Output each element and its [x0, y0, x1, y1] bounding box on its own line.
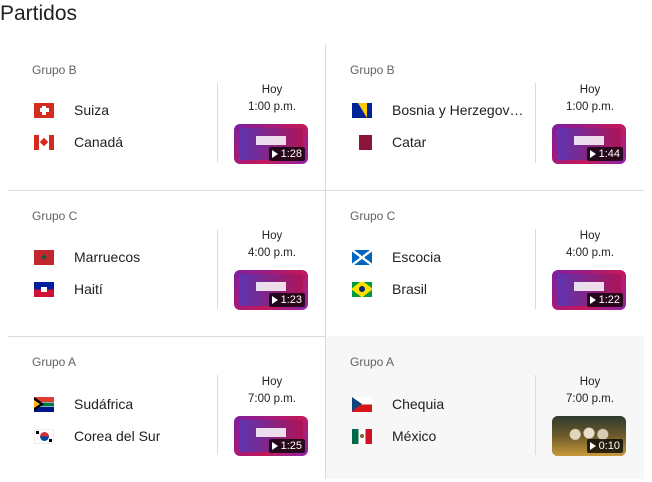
- video-thumbnail[interactable]: 1:28: [234, 124, 308, 164]
- match-card[interactable]: Grupo C Escocia Brasil Hoy 4:00 p.m. 1:2…: [326, 190, 644, 336]
- video-duration: 0:10: [598, 440, 620, 452]
- match-day: Hoy: [579, 230, 601, 242]
- video-duration: 1:44: [598, 148, 620, 160]
- video-duration-badge: 1:25: [268, 439, 305, 453]
- south-africa-flag: [34, 396, 54, 412]
- video-duration: 1:25: [280, 440, 302, 452]
- team-row: ★ Marruecos: [34, 247, 140, 267]
- team-row: Escocia: [352, 247, 441, 267]
- match-day: Hoy: [261, 230, 283, 242]
- play-icon: [589, 150, 596, 158]
- scotland-flag: [352, 249, 372, 265]
- morocco-flag: ★: [34, 249, 54, 265]
- canada-flag: [34, 134, 54, 150]
- czechia-flag: [352, 396, 372, 412]
- match-time: 4:00 p.m.: [566, 247, 614, 259]
- matches-grid: Grupo B Suiza Canadá Hoy 1:00 p.m. 1:28: [8, 44, 644, 479]
- play-icon: [271, 442, 278, 450]
- video-duration-badge: 1:28: [268, 147, 305, 161]
- match-time: 7:00 p.m.: [248, 393, 296, 405]
- team-row: Chequia: [352, 394, 444, 414]
- team-row: Bosnia y Herzegov…: [352, 100, 524, 120]
- bosnia-flag: [352, 102, 372, 118]
- video-duration-badge: 1:22: [586, 293, 623, 307]
- match-card[interactable]: Grupo A Chequia México Hoy 7:00 p.m. 0:1…: [326, 336, 644, 479]
- group-label: Grupo B: [32, 63, 77, 77]
- match-day: Hoy: [261, 376, 283, 388]
- match-card[interactable]: Grupo B Bosnia y Herzegov… Catar Hoy 1:0…: [326, 44, 644, 190]
- qatar-flag: [352, 134, 372, 150]
- group-label: Grupo B: [350, 63, 395, 77]
- team-row: Haití: [34, 279, 103, 299]
- match-card[interactable]: Grupo B Suiza Canadá Hoy 1:00 p.m. 1:28: [8, 44, 326, 190]
- team-name: Brasil: [392, 281, 428, 297]
- match-card[interactable]: Grupo A Sudáfrica Corea del Sur Hoy 7:00…: [8, 336, 326, 482]
- match-day: Hoy: [579, 84, 601, 96]
- team-name: Escocia: [392, 249, 442, 265]
- team-row: México: [352, 426, 436, 446]
- mexico-flag: [352, 428, 372, 444]
- video-thumbnail[interactable]: 1:44: [552, 124, 626, 164]
- group-label: Grupo C: [350, 209, 396, 223]
- team-name: Suiza: [74, 102, 110, 118]
- team-row: Corea del Sur: [34, 426, 160, 446]
- south-korea-flag: [34, 428, 54, 444]
- team-name: Sudáfrica: [74, 396, 134, 412]
- match-time: 4:00 p.m.: [248, 247, 296, 259]
- video-thumbnail[interactable]: 1:22: [552, 270, 626, 310]
- team-name: Bosnia y Herzegov…: [392, 102, 524, 118]
- video-duration-badge: 1:23: [268, 293, 305, 307]
- team-row: Sudáfrica: [34, 394, 133, 414]
- match-time: 7:00 p.m.: [566, 393, 614, 405]
- team-row: Suiza: [34, 100, 109, 120]
- video-duration: 1:23: [280, 294, 302, 306]
- group-label: Grupo A: [350, 355, 395, 369]
- match-card[interactable]: Grupo C ★ Marruecos Haití Hoy 4:00 p.m. …: [8, 190, 326, 336]
- play-icon: [271, 150, 278, 158]
- team-name: México: [392, 428, 437, 444]
- video-thumbnail[interactable]: 0:10: [552, 416, 626, 456]
- play-icon: [271, 296, 278, 304]
- match-day: Hoy: [579, 376, 601, 388]
- video-duration: 1:28: [280, 148, 302, 160]
- match-time: 1:00 p.m.: [248, 101, 296, 113]
- team-row: Brasil: [352, 279, 427, 299]
- section-title: Partidos: [0, 2, 78, 25]
- switzerland-flag: [34, 102, 54, 118]
- match-time: 1:00 p.m.: [566, 101, 614, 113]
- video-duration-badge: 1:44: [586, 147, 623, 161]
- haiti-flag: [34, 281, 54, 297]
- video-thumbnail[interactable]: 1:25: [234, 416, 308, 456]
- video-thumbnail[interactable]: 1:23: [234, 270, 308, 310]
- group-label: Grupo A: [32, 355, 77, 369]
- match-day: Hoy: [261, 84, 283, 96]
- team-row: Catar: [352, 132, 426, 152]
- team-name: Corea del Sur: [74, 428, 161, 444]
- team-name: Catar: [392, 134, 427, 150]
- team-name: Haití: [74, 281, 103, 297]
- video-duration-badge: 0:10: [586, 439, 623, 453]
- team-name: Chequia: [392, 396, 445, 412]
- group-label: Grupo C: [32, 209, 78, 223]
- team-name: Marruecos: [74, 249, 141, 265]
- play-icon: [589, 442, 596, 450]
- play-icon: [589, 296, 596, 304]
- video-duration: 1:22: [598, 294, 620, 306]
- team-name: Canadá: [74, 134, 124, 150]
- brazil-flag: [352, 281, 372, 297]
- team-row: Canadá: [34, 132, 123, 152]
